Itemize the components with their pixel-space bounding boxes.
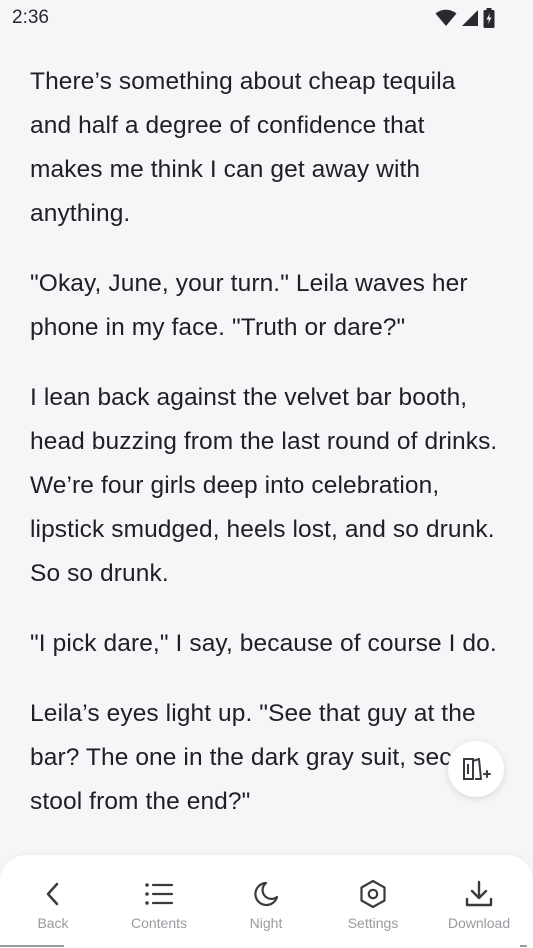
back-label: Back: [37, 915, 69, 931]
status-icons: [435, 8, 495, 28]
night-label: Night: [249, 915, 283, 931]
gesture-bar-end: [520, 945, 527, 947]
settings-button[interactable]: Settings: [328, 877, 418, 931]
reader-content[interactable]: There’s something about cheap tequila an…: [0, 60, 533, 856]
battery-charging-icon: [483, 8, 495, 28]
paragraph: "Okay, June, your turn." Leila waves her…: [30, 270, 468, 341]
back-button[interactable]: Back: [8, 877, 98, 931]
read-aloud-add-icon: [463, 758, 491, 780]
status-time: 2:36: [12, 7, 49, 28]
download-label: Download: [447, 915, 511, 931]
contents-button[interactable]: Contents: [114, 877, 204, 931]
chevron-left-icon: [46, 882, 59, 906]
hexagon-settings-icon: [360, 879, 386, 909]
list-icon: [145, 883, 174, 905]
settings-label: Settings: [347, 915, 399, 931]
bottom-toolbar: Back Contents Night Settings Download: [0, 855, 533, 948]
moon-icon: [254, 881, 279, 907]
wifi-icon: [435, 9, 457, 26]
paragraph: "I pick dare," I say, because of course …: [30, 630, 497, 657]
floating-action-button[interactable]: [448, 741, 504, 797]
paragraph: I lean back against the velvet bar booth…: [30, 384, 498, 587]
gesture-bar: [0, 945, 64, 947]
download-icon: [465, 880, 493, 907]
signal-icon: [462, 10, 478, 26]
night-mode-button[interactable]: Night: [221, 877, 311, 931]
paragraph: There’s something about cheap tequila an…: [30, 68, 456, 227]
status-bar: 2:36: [0, 0, 533, 36]
download-button[interactable]: Download: [434, 877, 524, 931]
contents-label: Contents: [130, 915, 188, 931]
